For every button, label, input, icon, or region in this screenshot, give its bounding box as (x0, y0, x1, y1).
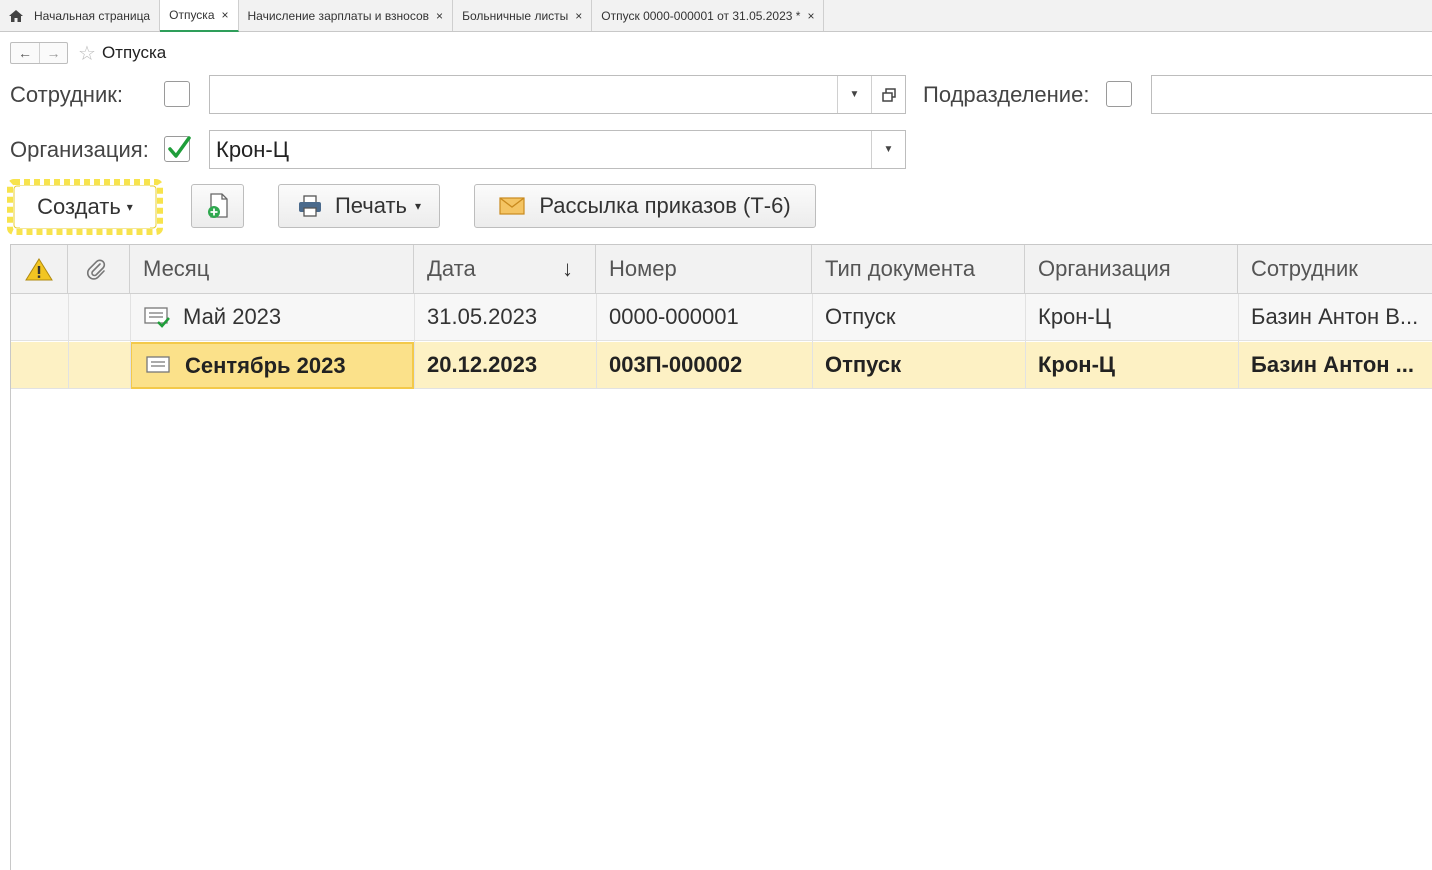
department-label: Подразделение: (923, 82, 1090, 107)
employee-field[interactable]: ▼ (209, 75, 906, 114)
column-header-number[interactable]: Номер (596, 245, 812, 293)
create-copy-button[interactable] (191, 184, 244, 228)
column-header-date[interactable]: Дата ↓ (414, 245, 596, 293)
column-divider (1238, 294, 1239, 389)
envelope-icon (499, 197, 525, 215)
warning-icon (25, 258, 53, 281)
create-button-highlight: Создать ▾ (2, 176, 168, 238)
warning-column-header[interactable] (11, 245, 68, 293)
column-divider (1025, 294, 1026, 389)
cell-organization[interactable]: Крон-Ц (1025, 294, 1238, 340)
cell-employee[interactable]: Базин Антон В... (1238, 294, 1432, 340)
column-header-employee[interactable]: Сотрудник (1238, 245, 1432, 293)
chevron-down-icon[interactable]: ▼ (837, 76, 871, 113)
back-arrow-icon[interactable]: ← (11, 43, 39, 63)
home-icon (9, 9, 23, 22)
table-row-selected[interactable]: Сентябрь 2023 20.12.2023 003П-000002 Отп… (11, 342, 1432, 389)
cell-doc-type[interactable]: Отпуск (812, 294, 1025, 340)
organization-filter-checkbox[interactable] (164, 136, 191, 162)
forward-arrow-icon[interactable]: → (39, 43, 67, 63)
cell-number[interactable]: 003П-000002 (596, 342, 812, 388)
tab-vacations[interactable]: Отпуска × (160, 0, 239, 32)
tab-label: Отпуска (169, 8, 215, 22)
create-button-label: Создать (37, 194, 121, 219)
tab-label: Отпуск 0000-000001 от 31.05.2023 * (601, 8, 801, 23)
create-button[interactable]: Создать ▾ (20, 186, 150, 228)
department-field[interactable] (1151, 75, 1432, 114)
tab-sick-leaves[interactable]: Больничные листы × (453, 0, 593, 31)
close-icon[interactable]: × (436, 9, 443, 23)
tab-label: Начальная страница (34, 8, 151, 23)
print-button-label: Печать (334, 193, 408, 218)
close-icon[interactable]: × (222, 8, 229, 22)
organization-field[interactable]: Крон-Ц ▼ (209, 130, 906, 169)
paperclip-icon (87, 259, 106, 280)
order-mailing-button[interactable]: Рассылка приказов (Т-6) (474, 184, 816, 228)
cell-employee[interactable]: Базин Антон ... (1238, 342, 1432, 388)
cell-date[interactable]: 31.05.2023 (414, 294, 596, 340)
cell-month[interactable]: Май 2023 (130, 294, 414, 340)
organization-value: Крон-Ц (216, 136, 290, 162)
cell-date[interactable]: 20.12.2023 (414, 342, 596, 388)
close-icon[interactable]: × (575, 9, 582, 23)
navigation-line: ← → ☆ Отпуска (10, 41, 166, 65)
column-header-date-label: Дата (427, 256, 476, 281)
document-icon (146, 355, 170, 373)
tab-home[interactable]: Начальная страница (0, 0, 161, 31)
tab-vacation-document[interactable]: Отпуск 0000-000001 от 31.05.2023 * × (592, 0, 825, 31)
cell-number[interactable]: 0000-000001 (596, 294, 812, 340)
department-filter-checkbox[interactable] (1106, 81, 1132, 107)
employee-filter-checkbox[interactable] (164, 81, 190, 107)
table-header: Месяц Дата ↓ Номер Тип документа Организ… (11, 245, 1432, 294)
order-mailing-label: Рассылка приказов (Т-6) (539, 193, 791, 218)
close-icon[interactable]: × (807, 9, 814, 23)
column-divider (812, 294, 813, 389)
posted-document-icon (144, 307, 170, 328)
chevron-down-icon: ▾ (415, 199, 422, 213)
checkmark-icon (168, 136, 191, 158)
new-document-icon (207, 193, 228, 218)
column-header-month[interactable]: Месяц (130, 245, 414, 293)
tab-label: Начисление зарплаты и взносов (247, 8, 430, 23)
cell-month[interactable]: Сентябрь 2023 (130, 342, 414, 389)
column-header-organization[interactable]: Организация (1025, 245, 1238, 293)
cell-doc-type[interactable]: Отпуск (812, 342, 1025, 388)
column-divider (68, 294, 69, 389)
attachment-column-header[interactable] (68, 245, 130, 293)
table-row[interactable]: Май 2023 31.05.2023 0000-000001 Отпуск К… (11, 294, 1432, 341)
column-divider (414, 294, 415, 389)
history-buttons: ← → (10, 42, 68, 64)
open-window-icon[interactable] (871, 76, 905, 113)
column-divider (596, 294, 597, 389)
sort-descending-icon: ↓ (562, 256, 573, 281)
employee-label: Сотрудник: (10, 82, 123, 107)
tab-label: Больничные листы (462, 8, 569, 23)
tab-bar: Начальная страница Отпуска × Начисление … (0, 0, 1432, 32)
chevron-down-icon[interactable]: ▼ (871, 131, 905, 168)
chevron-down-icon: ▾ (126, 200, 133, 214)
cell-organization[interactable]: Крон-Ц (1025, 342, 1238, 388)
printer-icon (298, 195, 321, 217)
column-header-doc-type[interactable]: Тип документа (812, 245, 1025, 293)
month-value: Сентябрь 2023 (185, 352, 346, 378)
organization-label: Организация: (10, 137, 149, 162)
documents-table: Месяц Дата ↓ Номер Тип документа Организ… (10, 244, 1432, 870)
print-button[interactable]: Печать ▾ (278, 184, 440, 228)
favorite-star-icon[interactable]: ☆ (78, 41, 96, 66)
column-divider (130, 294, 131, 389)
tab-payroll[interactable]: Начисление зарплаты и взносов × (239, 0, 454, 31)
page-title: Отпуска (101, 43, 167, 62)
month-value: Май 2023 (183, 304, 282, 329)
